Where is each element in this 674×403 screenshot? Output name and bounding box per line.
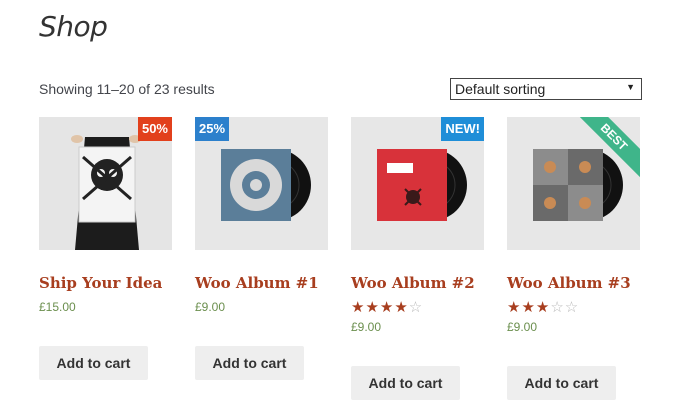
- product-title[interactable]: Woo Album #2: [351, 274, 484, 292]
- product-title[interactable]: Woo Album #1: [195, 274, 328, 292]
- sorting-select-value: Default sorting: [455, 81, 546, 97]
- product-card: 50% Ship Your Idea £15.00 Add to cart: [39, 117, 172, 380]
- sale-badge: 25%: [195, 117, 230, 141]
- star-empty-icon: ☆☆: [550, 299, 580, 316]
- product-image[interactable]: BEST: [507, 117, 640, 250]
- product-card: BEST Woo Album #3 ★★★☆☆ £9.00 Add to car…: [507, 117, 640, 400]
- product-title[interactable]: Ship Your Idea: [39, 274, 172, 292]
- star-empty-icon: ☆: [408, 299, 424, 316]
- product-price: £9.00: [507, 320, 538, 334]
- product-image[interactable]: 50%: [39, 117, 172, 250]
- sale-badge: 50%: [137, 117, 172, 141]
- product-price: £15.00: [39, 300, 76, 314]
- product-image[interactable]: NEW!: [351, 117, 484, 250]
- new-badge: NEW!: [441, 117, 484, 141]
- product-card: NEW! Woo Album #2 ★★★★☆ £9.00 Add to car…: [351, 117, 484, 400]
- star-icon: ★★★★: [351, 299, 409, 316]
- product-card: 25% Woo Album #1 £9.00 Add to cart: [195, 117, 328, 380]
- product-price: £9.00: [195, 300, 226, 314]
- add-to-cart-button[interactable]: Add to cart: [507, 366, 616, 400]
- star-rating: ★★★★☆: [351, 298, 484, 316]
- page-title: Shop: [39, 10, 108, 43]
- add-to-cart-button[interactable]: Add to cart: [39, 346, 148, 380]
- star-icon: ★★★: [507, 299, 551, 316]
- sorting-select[interactable]: Default sorting ▼: [450, 78, 642, 100]
- product-price: £9.00: [351, 320, 382, 334]
- product-image[interactable]: 25%: [195, 117, 328, 250]
- add-to-cart-button[interactable]: Add to cart: [195, 346, 304, 380]
- star-rating: ★★★☆☆: [507, 298, 640, 316]
- result-count: Showing 11–20 of 23 results: [39, 81, 215, 97]
- add-to-cart-button[interactable]: Add to cart: [351, 366, 460, 400]
- triangle-down-icon: ▼: [626, 82, 635, 92]
- product-title[interactable]: Woo Album #3: [507, 274, 640, 292]
